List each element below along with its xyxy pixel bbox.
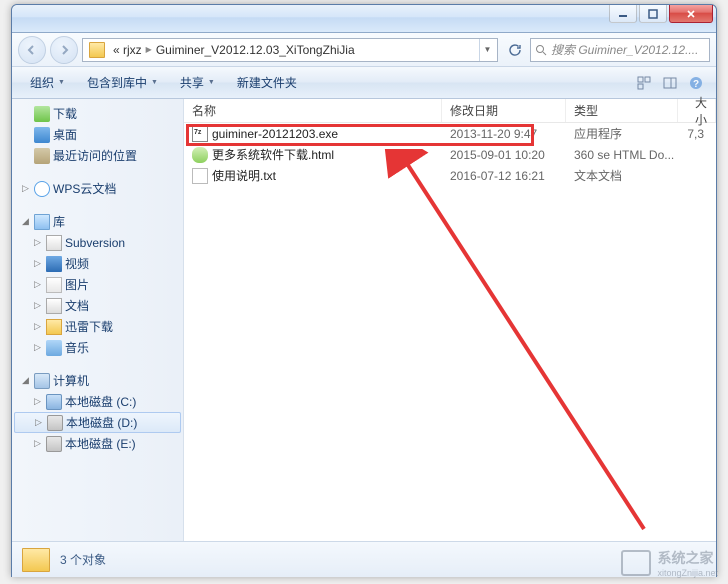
help-button[interactable]: ? [684,71,708,95]
file-type: 360 se HTML Do... [566,148,678,162]
desktop-icon [34,127,50,143]
svg-text:?: ? [693,79,699,90]
organize-button[interactable]: 组织▼ [20,71,75,94]
file-date: 2016-07-12 16:21 [442,169,566,183]
video-icon [46,256,62,272]
watermark-logo-icon [621,550,651,576]
search-icon [535,44,547,56]
new-folder-button[interactable]: 新建文件夹 [227,71,307,94]
annotation-arrow [384,149,664,549]
sidebar-item-downloads[interactable]: 下载 [12,103,183,124]
sidebar-item-pictures[interactable]: ▷图片 [12,274,183,295]
recent-icon [34,148,50,164]
breadcrumb-seg[interactable]: Guiminer_V2012.12.03_XiTongZhiJia [152,43,359,57]
file-row[interactable]: guiminer-20121203.exe 2013-11-20 9:47应用程序… [184,123,716,144]
sidebar-item-wps[interactable]: ▷WPS云文档 [12,178,183,199]
watermark: 系统之家 xitongZnijia.net [621,548,718,578]
address-dropdown[interactable]: ▼ [479,39,495,61]
sidebar-item-drive-c[interactable]: ▷本地磁盘 (C:) [12,391,183,412]
sidebar-item-documents[interactable]: ▷文档 [12,295,183,316]
status-bar: 3 个对象 [12,541,716,577]
document-icon [46,298,62,314]
file-row[interactable]: 更多系统软件下载.html 2015-09-01 10:20360 se HTML… [184,144,716,165]
column-headers: 名称 修改日期 类型 大小 [184,99,716,123]
share-button[interactable]: 共享▼ [170,71,225,94]
sidebar-item-recent[interactable]: 最近访问的位置 [12,145,183,166]
refresh-button[interactable] [504,39,526,61]
include-library-button[interactable]: 包含到库中▼ [77,71,168,94]
nav-forward-button[interactable] [50,36,78,64]
sidebar-item-drive-e[interactable]: ▷本地磁盘 (E:) [12,433,183,454]
folder-icon [22,548,50,572]
file-date: 2015-09-01 10:20 [442,148,566,162]
svn-icon [46,235,62,251]
computer-icon [34,373,50,389]
maximize-button[interactable] [639,5,667,23]
drive-icon [46,436,62,452]
search-placeholder: 搜索 Guiminer_V2012.12.... [551,41,698,58]
address-bar[interactable]: « rjxz ▶ Guiminer_V2012.12.03_XiTongZhiJ… [82,38,498,62]
file-name: 使用说明.txt [212,167,276,184]
sidebar-item-video[interactable]: ▷视频 [12,253,183,274]
explorer-window: « rjxz ▶ Guiminer_V2012.12.03_XiTongZhiJ… [11,4,717,577]
sidebar-item-music[interactable]: ▷音乐 [12,337,183,358]
preview-pane-button[interactable] [658,71,682,95]
sidebar-item-drive-d[interactable]: ▷本地磁盘 (D:) [14,412,181,433]
sidebar-item-library[interactable]: ◢库 [12,211,183,232]
exe-icon [192,126,208,142]
navigation-pane[interactable]: 下载 桌面 最近访问的位置 ▷WPS云文档 ◢库 ▷Subversion ▷视频… [12,99,184,541]
sidebar-item-thunder[interactable]: ▷迅雷下载 [12,316,183,337]
html-icon [192,147,208,163]
cloud-icon [34,181,50,197]
file-date: 2013-11-20 9:47 [442,127,566,141]
column-name[interactable]: 名称 [184,99,442,122]
drive-icon [47,415,63,431]
close-button[interactable] [669,5,713,23]
nav-back-button[interactable] [18,36,46,64]
picture-icon [46,277,62,293]
music-icon [46,340,62,356]
file-type: 文本文档 [566,167,678,184]
minimize-button[interactable] [609,5,637,23]
sidebar-item-desktop[interactable]: 桌面 [12,124,183,145]
folder-icon [89,42,105,58]
search-input[interactable]: 搜索 Guiminer_V2012.12.... [530,38,710,62]
sidebar-item-svn[interactable]: ▷Subversion [12,232,183,253]
txt-icon [192,168,208,184]
sidebar-item-computer[interactable]: ◢计算机 [12,370,183,391]
file-type: 应用程序 [566,125,678,142]
toolbar: 组织▼ 包含到库中▼ 共享▼ 新建文件夹 ? [12,67,716,99]
file-name: guiminer-20121203.exe [212,127,338,141]
column-size[interactable]: 大小 [678,99,716,122]
thunder-icon [46,319,62,335]
column-type[interactable]: 类型 [566,99,678,122]
breadcrumb-seg[interactable]: « rjxz [109,43,146,57]
navbar: « rjxz ▶ Guiminer_V2012.12.03_XiTongZhiJ… [12,33,716,67]
status-text: 3 个对象 [60,551,106,568]
download-icon [34,106,50,122]
file-list-pane[interactable]: 名称 修改日期 类型 大小 guiminer-20121203.exe 2013-… [184,99,716,541]
library-icon [34,214,50,230]
file-name: 更多系统软件下载.html [212,146,334,163]
column-date[interactable]: 修改日期 [442,99,566,122]
view-options-button[interactable] [632,71,656,95]
titlebar[interactable] [12,5,716,33]
drive-icon [46,394,62,410]
file-row[interactable]: 使用说明.txt 2016-07-12 16:21文本文档 [184,165,716,186]
file-size: 7,3 [678,127,716,141]
